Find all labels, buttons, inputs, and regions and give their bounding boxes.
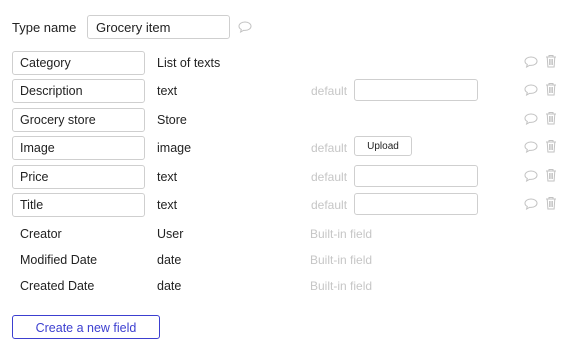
- type-name-row: Type name: [12, 15, 252, 39]
- builtin-field-row: Created Date date Built-in field: [12, 274, 562, 298]
- trash-icon[interactable]: [545, 196, 557, 210]
- create-new-field-button[interactable]: Create a new field: [12, 315, 160, 339]
- builtin-field-note: Built-in field: [310, 227, 373, 241]
- field-type: image: [157, 141, 192, 155]
- field-type: date: [157, 279, 182, 293]
- field-name[interactable]: Title: [12, 193, 145, 217]
- default-label: default: [311, 198, 348, 212]
- default-label: default: [311, 84, 348, 98]
- upload-button[interactable]: Upload: [354, 136, 412, 156]
- builtin-field-name: Creator: [20, 227, 62, 241]
- field-row: Category List of texts: [12, 51, 562, 75]
- field-type: Store: [157, 113, 187, 127]
- trash-icon[interactable]: [545, 82, 557, 96]
- speech-bubble-icon[interactable]: [524, 56, 538, 68]
- field-row: Grocery store Store: [12, 108, 562, 132]
- speech-bubble-icon[interactable]: [238, 21, 252, 33]
- default-label: default: [311, 141, 348, 155]
- default-value-input[interactable]: [354, 193, 478, 215]
- field-type: List of texts: [157, 56, 221, 70]
- trash-icon[interactable]: [545, 111, 557, 125]
- field-type: User: [157, 227, 184, 241]
- field-type: date: [157, 253, 182, 267]
- builtin-field-row: Creator User Built-in field: [12, 222, 562, 246]
- speech-bubble-icon[interactable]: [524, 84, 538, 96]
- field-name[interactable]: Category: [12, 51, 145, 75]
- builtin-field-note: Built-in field: [310, 279, 373, 293]
- field-row: Image image default Upload: [12, 136, 562, 160]
- field-row: Price text default: [12, 165, 562, 189]
- speech-bubble-icon[interactable]: [524, 198, 538, 210]
- data-type-editor: Type name Category List of texts Descrip…: [0, 0, 573, 353]
- builtin-field-note: Built-in field: [310, 253, 373, 267]
- type-name-input[interactable]: [87, 15, 230, 39]
- field-type: text: [157, 198, 178, 212]
- builtin-field-name: Modified Date: [20, 253, 98, 267]
- default-value-input[interactable]: [354, 79, 478, 101]
- default-label: default: [311, 170, 348, 184]
- default-value-input[interactable]: [354, 165, 478, 187]
- type-name-label: Type name: [12, 19, 77, 35]
- field-name[interactable]: Grocery store: [12, 108, 145, 132]
- field-row: Title text default: [12, 193, 562, 217]
- trash-icon[interactable]: [545, 168, 557, 182]
- trash-icon[interactable]: [545, 54, 557, 68]
- speech-bubble-icon[interactable]: [524, 113, 538, 125]
- builtin-field-row: Modified Date date Built-in field: [12, 248, 562, 272]
- field-name[interactable]: Description: [12, 79, 145, 103]
- builtin-field-name: Created Date: [20, 279, 95, 293]
- field-type: text: [157, 84, 178, 98]
- speech-bubble-icon[interactable]: [524, 170, 538, 182]
- field-type: text: [157, 170, 178, 184]
- field-row: Description text default: [12, 79, 562, 103]
- trash-icon[interactable]: [545, 139, 557, 153]
- field-name[interactable]: Price: [12, 165, 145, 189]
- speech-bubble-icon[interactable]: [524, 141, 538, 153]
- field-name[interactable]: Image: [12, 136, 145, 160]
